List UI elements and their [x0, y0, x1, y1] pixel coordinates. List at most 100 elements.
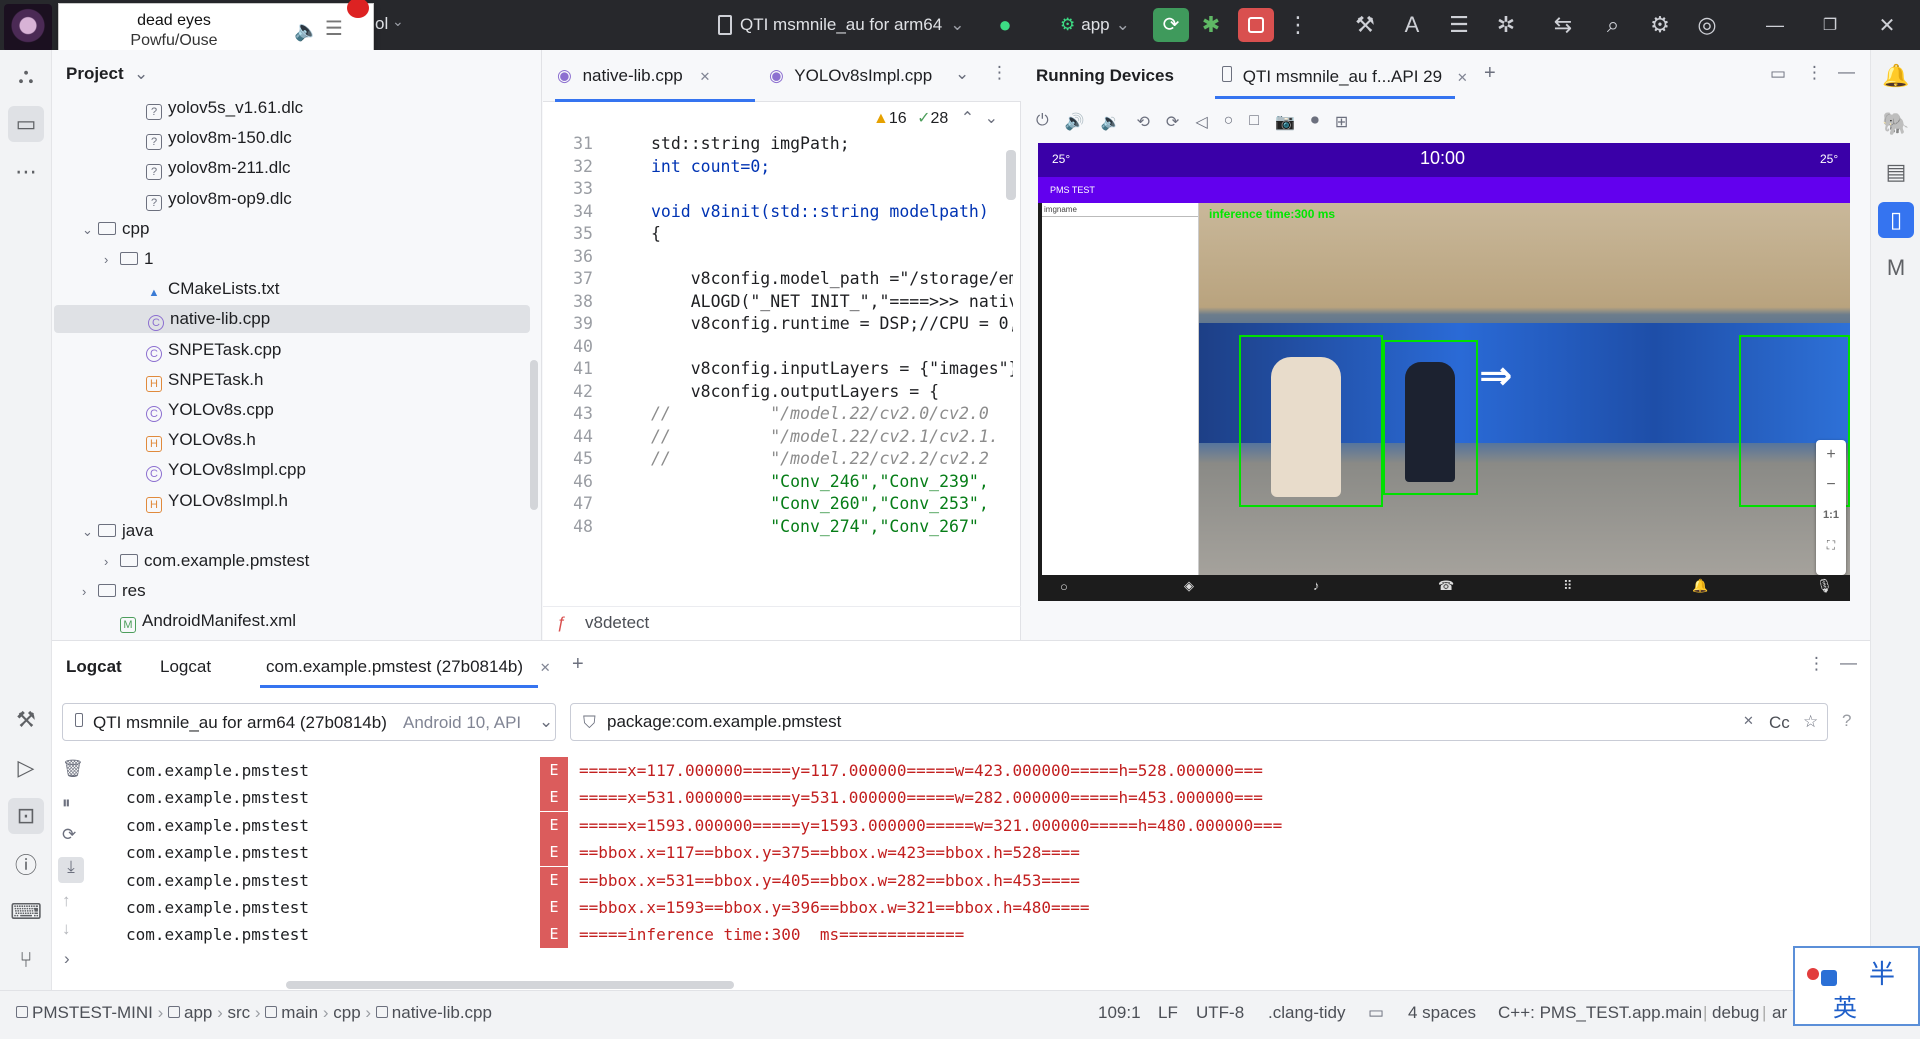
close-tab-icon[interactable]: ✕: [1457, 70, 1468, 85]
android-icon[interactable]: ●: [990, 10, 1020, 40]
logcat-filter-value[interactable]: package:com.example.pmstest: [607, 712, 841, 732]
phone-nav-icon[interactable]: ☎: [1438, 578, 1454, 594]
tree-item[interactable]: C YOLOv8sImpl.cpp: [52, 456, 530, 484]
line-separator[interactable]: LF: [1158, 1003, 1178, 1023]
power-icon[interactable]: ⏻: [1036, 112, 1049, 138]
run-icon[interactable]: ▷: [8, 750, 44, 786]
problems-icon[interactable]: ⓘ: [8, 846, 44, 882]
tree-item[interactable]: › 1: [52, 245, 530, 273]
tree-item[interactable]: Cnative-lib.cpp: [54, 305, 530, 334]
volume-icon[interactable]: 🔈: [294, 18, 319, 43]
match-case-toggle[interactable]: Cc: [1769, 713, 1790, 733]
ime-indicator[interactable]: 半 英: [1793, 946, 1920, 1026]
tree-item[interactable]: › res: [52, 577, 530, 605]
tree-item[interactable]: M AndroidManifest.xml: [52, 607, 530, 635]
debug-icon[interactable]: ✱: [1196, 10, 1226, 40]
devices-more-icon[interactable]: ⋮: [1806, 63, 1823, 83]
breadcrumb-function[interactable]: v8detect: [585, 613, 649, 633]
chevron-right-icon[interactable]: ›: [82, 578, 98, 606]
back-icon[interactable]: ◁: [1195, 112, 1207, 138]
logcat-filter-field[interactable]: ⛉ package:com.example.pmstest ✕ Cc ☆: [570, 703, 1828, 741]
comment-icon[interactable]: ▭: [1368, 1003, 1384, 1023]
breadcrumb-item[interactable]: main: [281, 1003, 318, 1022]
chevron-down-icon[interactable]: ⌄: [82, 216, 98, 244]
compass-nav-icon[interactable]: ◈: [1184, 578, 1194, 594]
device-dropdown[interactable]: QTI msmnile_au for arm64 (27b0814b) Andr…: [62, 703, 556, 741]
stop-button[interactable]: [1238, 8, 1274, 42]
add-device-icon[interactable]: +: [1484, 62, 1496, 85]
indent-setting[interactable]: 4 spaces: [1408, 1003, 1476, 1023]
hide-panel-icon[interactable]: —: [1840, 653, 1857, 673]
circle-nav-icon[interactable]: ○: [1060, 579, 1068, 594]
file-encoding[interactable]: UTF-8: [1196, 1003, 1244, 1023]
ime-language-mode[interactable]: 英: [1833, 988, 1857, 1023]
logcat-tab[interactable]: Logcat: [160, 657, 211, 677]
device-manager-icon[interactable]: ▤: [1878, 154, 1914, 190]
more-actions-icon[interactable]: ⋮: [1283, 10, 1313, 40]
bell-nav-icon[interactable]: 🔔: [1692, 578, 1708, 594]
log-entry[interactable]: com.example.pmstest E =====inference time:…: [52, 921, 1852, 949]
log-horizontal-scrollbar[interactable]: [286, 981, 734, 989]
mirror-settings-icon[interactable]: ⊞: [1335, 112, 1348, 138]
screen-record-icon[interactable]: ⏺: [1311, 112, 1319, 138]
volume-up-icon[interactable]: 🔊: [1065, 112, 1085, 138]
layout-icon[interactable]: ▭: [1770, 64, 1786, 84]
language-context[interactable]: C++: PMS_TEST.app.main: [1498, 1003, 1702, 1023]
editor-tab-native-lib[interactable]: ◉ native-lib.cpp ✕: [557, 50, 710, 102]
zoom-in-icon[interactable]: +: [1816, 440, 1846, 470]
build-icon[interactable]: ⚒: [1350, 10, 1380, 40]
apply-changes-button[interactable]: ⟳: [1153, 8, 1189, 42]
restore-window-icon[interactable]: ❐: [1815, 10, 1845, 40]
new-tab-icon[interactable]: +: [572, 653, 584, 676]
running-devices-icon[interactable]: ▯: [1878, 202, 1914, 238]
project-structure-icon[interactable]: ⛬: [8, 58, 44, 94]
caret-position[interactable]: 109:1: [1098, 1003, 1141, 1023]
build-hammer-icon[interactable]: ⚒: [8, 702, 44, 738]
zoom-out-icon[interactable]: −: [1816, 470, 1846, 500]
tree-item[interactable]: ? yolov8m-211.dlc: [52, 154, 530, 182]
rotate-left-icon[interactable]: ⟲: [1137, 112, 1150, 138]
build-variant[interactable]: debug: [1712, 1003, 1759, 1023]
tree-item[interactable]: H YOLOv8s.h: [52, 426, 530, 454]
rotate-right-icon[interactable]: ⟳: [1166, 112, 1179, 138]
project-panel-title[interactable]: Project: [66, 64, 124, 84]
overview-icon[interactable]: □: [1249, 112, 1259, 138]
chevron-right-icon[interactable]: ›: [104, 548, 120, 576]
image-list-pane[interactable]: imgname: [1042, 203, 1199, 575]
breadcrumb-item[interactable]: app: [184, 1003, 212, 1022]
breadcrumb-item[interactable]: native-lib.cpp: [392, 1003, 492, 1022]
tree-item[interactable]: ⌄ java: [52, 517, 530, 545]
ime-width-mode[interactable]: 半: [1869, 954, 1895, 991]
breadcrumb-item[interactable]: cpp: [333, 1003, 360, 1022]
logcat-tab-active[interactable]: com.example.pmstest (27b0814b) ✕: [266, 657, 551, 677]
sync-icon[interactable]: ☰: [1444, 10, 1474, 40]
gradle-icon[interactable]: 🐘: [1878, 106, 1914, 142]
editor-tab-yolov8simpl[interactable]: ◉ YOLOv8sImpl.cpp: [769, 50, 932, 102]
device-selector[interactable]: QTI msmnile_au for arm64 ⌄: [718, 9, 964, 41]
more-tools-icon[interactable]: ⋯: [8, 154, 44, 190]
device-mirror-icon[interactable]: ⇆: [1548, 10, 1578, 40]
hide-panel-icon[interactable]: —: [1838, 62, 1855, 82]
home-icon[interactable]: ○: [1224, 112, 1234, 138]
run-config-selector[interactable]: ⚙ app ⌄: [1060, 9, 1130, 41]
log-entry[interactable]: com.example.pmstest E =====x=531.000000===…: [52, 784, 1852, 812]
device-tab[interactable]: QTI msmnile_au f...API 29 ✕: [1222, 66, 1468, 87]
close-window-icon[interactable]: ✕: [1872, 10, 1902, 40]
log-entry[interactable]: com.example.pmstest E =====x=1593.000000==…: [52, 811, 1852, 839]
project-name-fragment[interactable]: ol: [375, 14, 388, 34]
markdown-icon[interactable]: M: [1878, 250, 1914, 286]
music-nav-icon[interactable]: ♪: [1313, 578, 1320, 593]
chevron-right-icon[interactable]: ›: [104, 246, 120, 274]
tree-item[interactable]: ? yolov8m-150.dlc: [52, 124, 530, 152]
minimize-window-icon[interactable]: —: [1760, 10, 1790, 40]
log-list[interactable]: com.example.pmstest E =====x=117.000000===…: [52, 757, 1852, 977]
media-player-popup[interactable]: dead eyes Powfu/Ouse 🔈 ☰: [58, 0, 374, 55]
tree-item[interactable]: H SNPETask.h: [52, 366, 530, 394]
logcat-more-icon[interactable]: ⋮: [1808, 654, 1825, 674]
notifications-icon[interactable]: 🔔: [1878, 58, 1914, 94]
tree-item[interactable]: ▲ CMakeLists.txt: [52, 275, 530, 303]
tree-scrollbar[interactable]: [530, 360, 538, 510]
mic-nav-icon[interactable]: 🎙: [1816, 578, 1833, 594]
tree-item[interactable]: H YOLOv8sImpl.h: [52, 487, 530, 515]
chevron-down-icon[interactable]: ⌄: [82, 518, 98, 546]
